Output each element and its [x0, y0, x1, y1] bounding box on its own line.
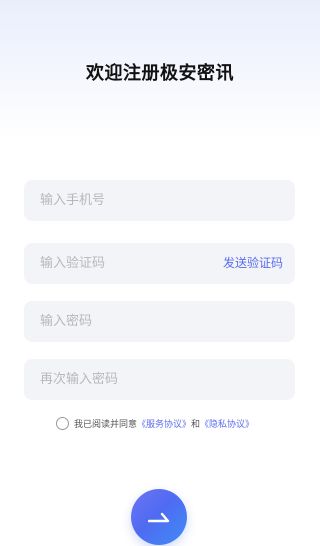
privacy-agreement-link[interactable]: 《隐私协议》 — [200, 417, 254, 430]
confirm-password-field-container — [24, 359, 295, 400]
password-field-container — [24, 301, 295, 342]
agreement-conjunction: 和 — [191, 419, 201, 430]
service-agreement-link[interactable]: 《服务协议》 — [137, 417, 191, 430]
phone-input[interactable] — [24, 180, 295, 221]
code-field-container: 发送验证码 — [24, 243, 295, 284]
arrow-right-icon — [148, 512, 170, 523]
confirm-password-input[interactable] — [24, 359, 295, 400]
password-input[interactable] — [24, 301, 295, 342]
agreement-checkbox[interactable] — [56, 416, 69, 430]
send-code-button[interactable]: 发送验证码 — [223, 243, 283, 284]
submit-button[interactable] — [131, 489, 187, 545]
phone-field-container — [24, 180, 295, 221]
agreement-row: 我已阅读并同意 《服务协议》 和 《隐私协议》 — [56, 416, 254, 430]
agreement-prefix: 我已阅读并同意 — [74, 419, 138, 430]
verification-code-input[interactable] — [24, 243, 209, 284]
page-title: 欢迎注册极安密讯 — [86, 63, 234, 84]
